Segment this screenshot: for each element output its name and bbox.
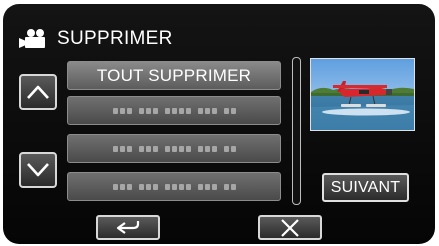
blurred-filename — [112, 183, 236, 190]
seaplane-thumbnail-image — [311, 59, 414, 130]
next-button[interactable]: SUIVANT — [322, 173, 409, 202]
delete-all-label: TOUT SUPPRIMER — [96, 65, 252, 85]
list-item-2[interactable] — [67, 134, 281, 163]
scroll-up-button[interactable] — [19, 74, 57, 110]
scroll-down-button[interactable] — [19, 152, 57, 188]
video-camera-icon — [19, 29, 45, 48]
list-item-3[interactable] — [67, 172, 281, 201]
chevron-up-icon — [27, 85, 49, 99]
close-button[interactable] — [258, 215, 322, 240]
lcd-screen: SUPPRIMER TOUT SUPPRIMER SUIVANT — [3, 4, 435, 244]
blurred-filename — [112, 145, 236, 152]
preview-thumbnail — [310, 58, 415, 131]
list-item-1[interactable] — [67, 96, 281, 125]
blurred-filename — [112, 107, 236, 114]
scrollbar[interactable] — [292, 57, 301, 205]
close-x-icon — [281, 218, 299, 237]
screen-title: SUPPRIMER — [57, 28, 173, 49]
chevron-down-icon — [27, 163, 49, 177]
back-button[interactable] — [96, 215, 160, 240]
return-arrow-icon — [116, 220, 140, 234]
delete-all-button[interactable]: TOUT SUPPRIMER — [67, 61, 281, 90]
